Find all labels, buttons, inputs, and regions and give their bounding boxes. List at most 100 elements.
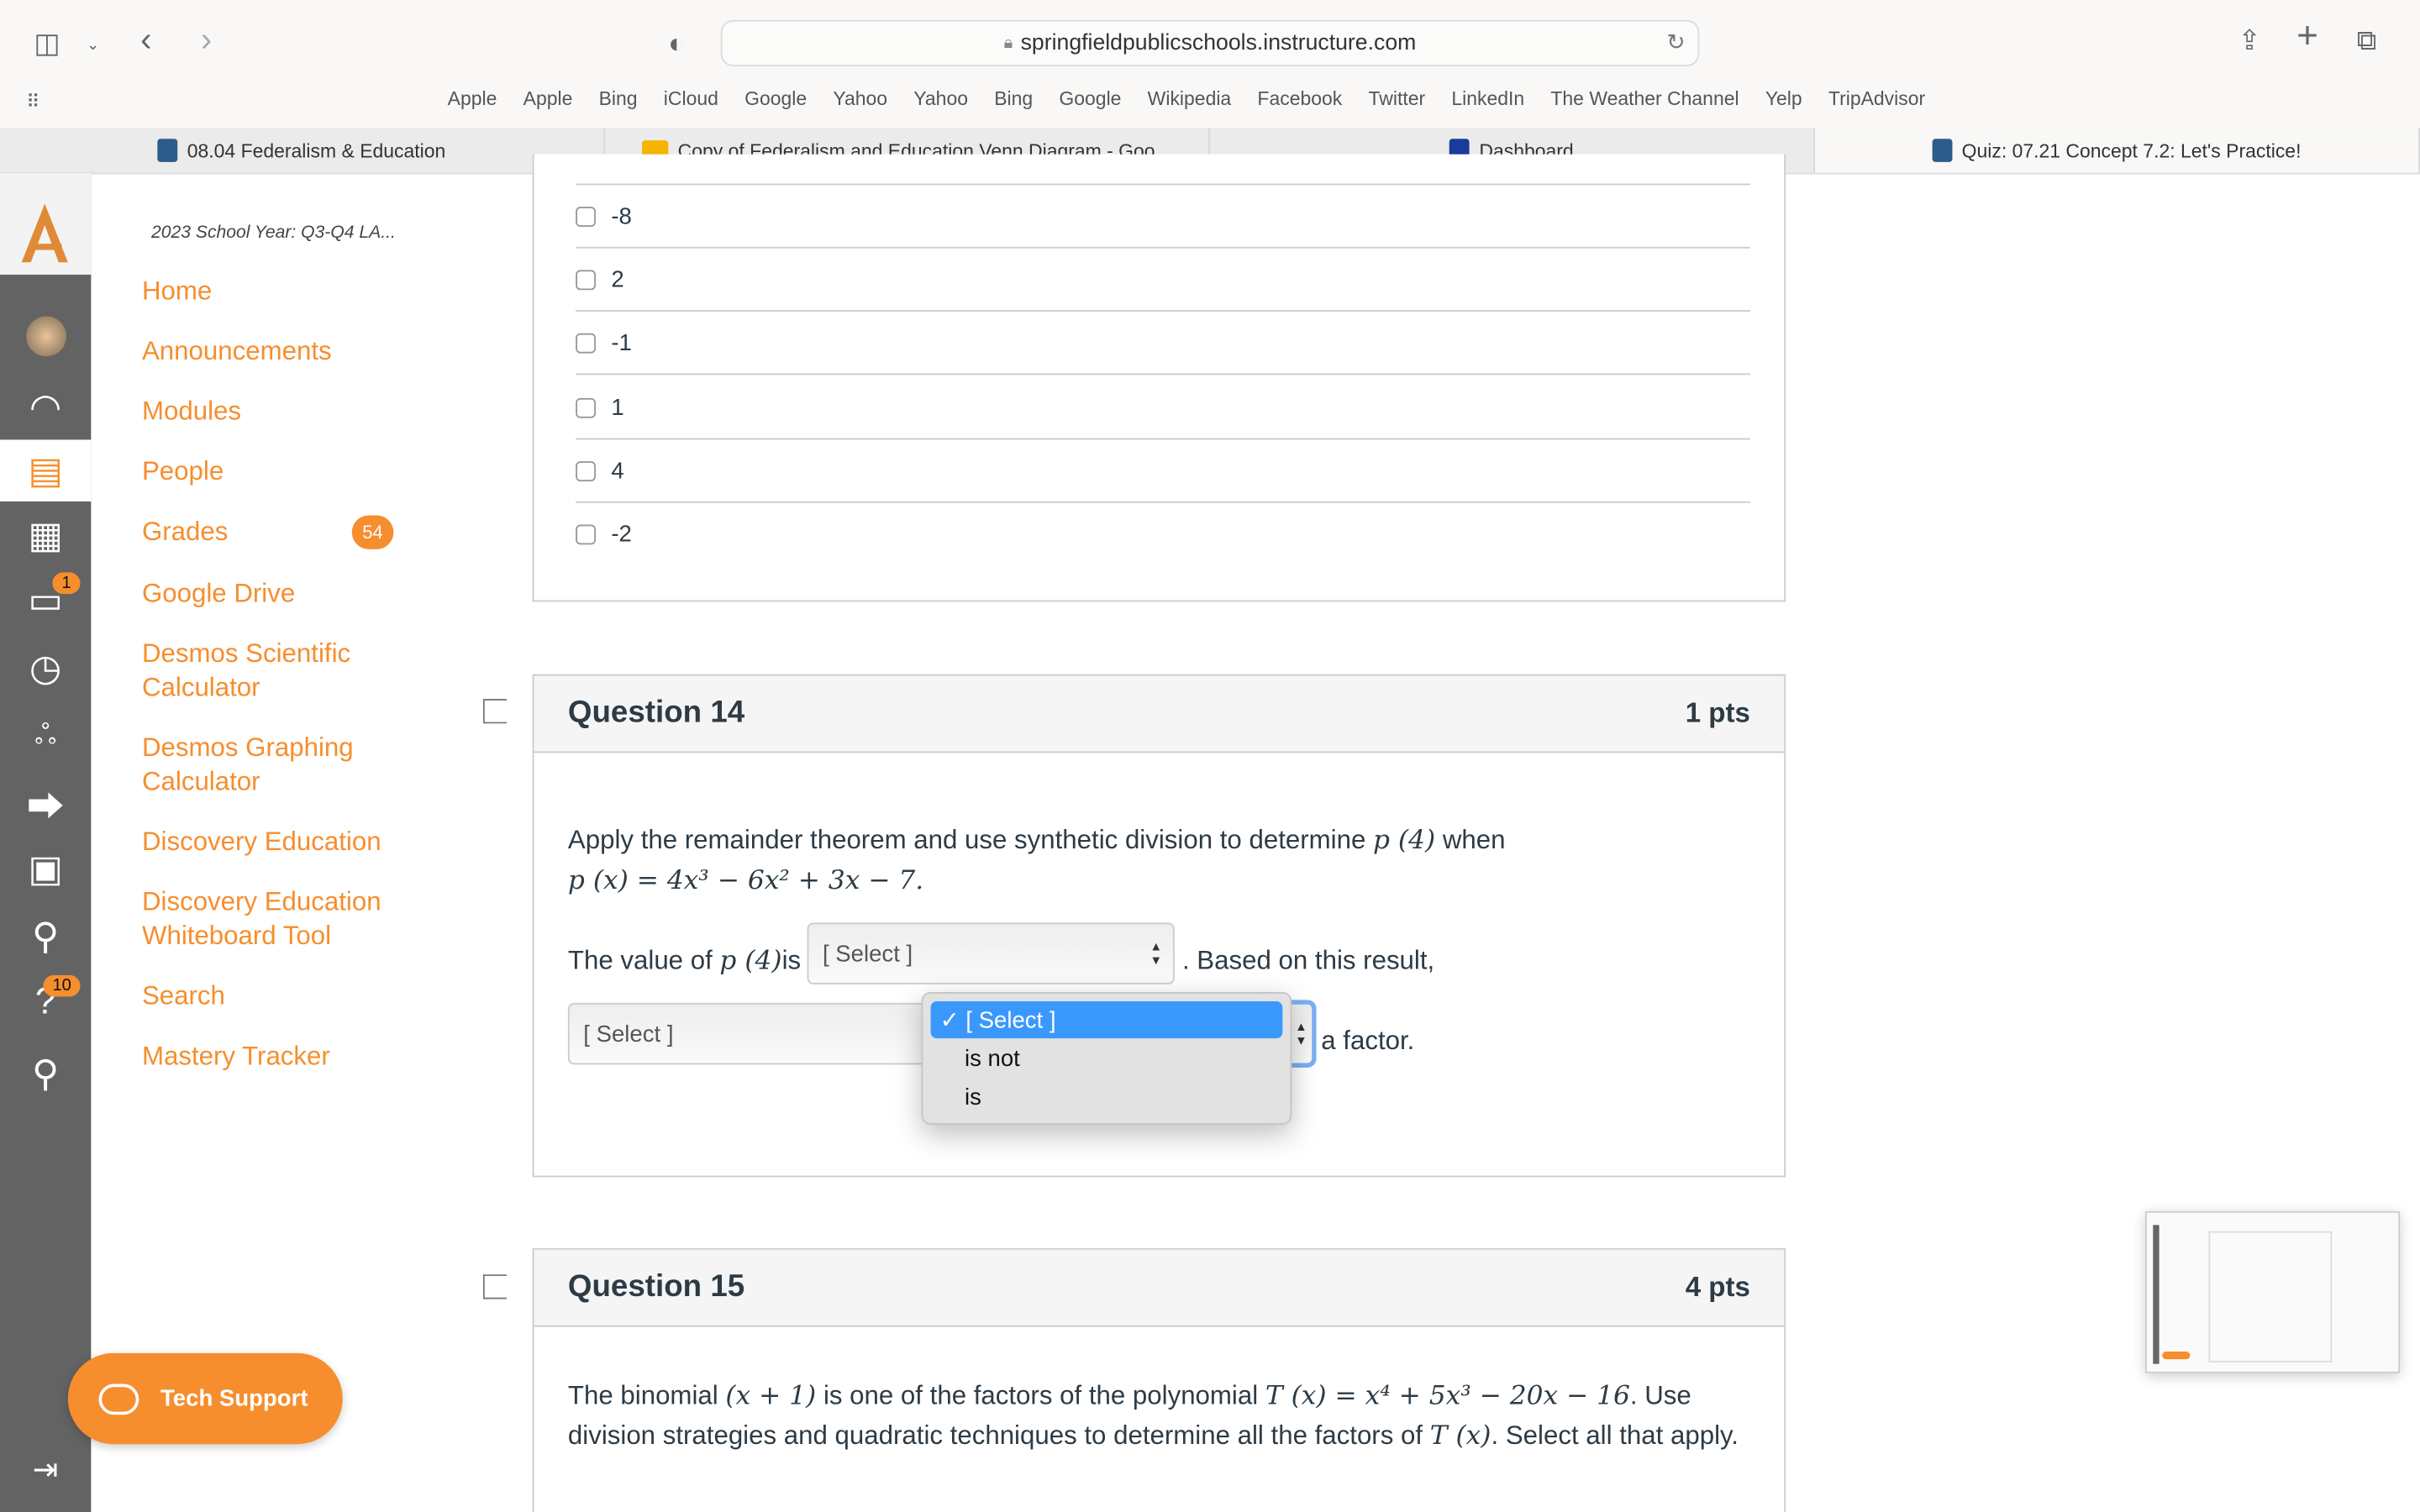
checkmark-icon: ✓ [939,1007,966,1034]
dropdown-option-select[interactable]: ✓ [ Select ] [930,1001,1283,1039]
tech-support-button[interactable]: Tech Support [67,1352,343,1445]
bookmark[interactable]: Bing [599,88,638,110]
thumbnail-content [2208,1231,2333,1362]
checkbox[interactable] [576,396,596,417]
nav-home[interactable]: Home [142,275,212,308]
text: The value of [567,945,720,975]
answer-option[interactable]: 2 [576,249,1750,312]
nav-modules[interactable]: Modules [142,395,241,428]
redirect-arrow-icon[interactable]: ⮕ [0,771,91,832]
history-clock-icon[interactable]: ◷ [0,638,91,699]
chevron-down-icon[interactable]: ⌄ [87,31,99,62]
question-line-2: The value of p (4)is [568,941,801,981]
chat-bubble-icon [98,1383,139,1415]
shield-icon[interactable]: ◐ [668,28,685,59]
bookmark[interactable]: Yahoo [833,88,887,110]
dashboard-icon[interactable]: ◠ [0,376,91,438]
bookmark[interactable]: Apple [523,88,573,110]
nav-search[interactable]: Search [142,979,225,1013]
groups-icon[interactable]: ஃ [0,705,91,766]
bookmark[interactable]: Yelp [1765,88,1802,110]
tab-quiz[interactable]: Quiz: 07.21 Concept 7.2: Let's Practice! [1815,128,2420,173]
answer-option[interactable]: -2 [576,503,1750,566]
answer-option[interactable]: 1 [576,376,1750,440]
text: a factor. [1321,1026,1415,1056]
previous-question: -8 2 -1 1 4 -2 [532,154,1786,602]
calendar-icon[interactable]: ▦ [0,505,91,566]
studio-video-icon[interactable]: ▣ [0,837,91,899]
lock-icon: 🔒︎ [1003,33,1013,52]
text: Apply the remainder theorem and use synt… [567,825,1374,855]
question-15: Question 15 4 pts The binomial (x + 1) i… [532,1247,1786,1512]
help-icon[interactable]: ? 10 [0,972,91,1033]
question-title: Question 14 [567,696,745,730]
search-icon[interactable]: ⚲ [0,906,91,967]
nav-discovery-education[interactable]: Discovery Education [142,826,381,859]
sidebar-toggle-icon[interactable]: ◫ [34,28,60,59]
logo[interactable] [0,172,92,275]
question-header: Question 15 4 pts [534,1249,1785,1327]
bookmark[interactable]: LinkedIn [1451,88,1524,110]
pin-icon[interactable]: ⚲ [0,1043,91,1105]
nav-desmos-scientific[interactable]: Desmos Scientific Calculator [142,638,374,706]
address-bar[interactable]: 🔒︎ springfieldpublicschools.instructure.… [720,19,1700,66]
forward-icon[interactable]: › [201,23,212,56]
back-icon[interactable]: ‹ [140,23,151,56]
course-title: 2023 School Year: Q3-Q4 LA... [151,223,396,243]
bookmark[interactable]: Facebook [1257,88,1342,110]
bookmark[interactable]: Google [1059,88,1121,110]
bookmark[interactable]: Yahoo [913,88,968,110]
checkbox[interactable] [576,460,596,481]
select-value: [ Select ] [583,1021,674,1047]
inbox-icon[interactable]: ▭ 1 [0,570,91,631]
nav-desmos-graphing[interactable]: Desmos Graphing Calculator [142,732,374,800]
dropdown-option-is-not[interactable]: is not [931,1040,1283,1077]
new-tab-icon[interactable]: + [2296,18,2318,55]
question-points: 4 pts [1685,1271,1750,1303]
thumbnail-rail [2153,1225,2160,1364]
bookmark[interactable]: Twitter [1368,88,1425,110]
checkbox[interactable] [576,332,596,353]
url-text: springfieldpublicschools.instructure.com [1020,30,1417,56]
nav-grades[interactable]: Grades [142,515,228,549]
flag-question-icon[interactable] [482,1274,514,1299]
courses-icon[interactable]: ▤ [0,439,92,501]
bookmark[interactable]: Wikipedia [1148,88,1232,110]
browser-toolbar: ◫ ⌄ ‹ › ◐ 🔒︎ springfieldpublicschools.in… [0,0,2420,129]
nav-google-drive[interactable]: Google Drive [142,577,295,611]
text: The binomial [567,1380,726,1410]
reload-icon[interactable]: ↻ [1666,31,1685,55]
share-icon[interactable]: ⇪ [2238,24,2261,55]
logo-a-icon [21,203,68,263]
nav-mastery-tracker[interactable]: Mastery Tracker [142,1040,330,1074]
collapse-nav-icon[interactable]: ⇥ [0,1438,91,1499]
bookmark[interactable]: The Weather Channel [1550,88,1739,110]
dropdown-option-is[interactable]: is [931,1079,1283,1116]
nav-people[interactable]: People [142,455,224,489]
answer-option[interactable]: -1 [576,312,1750,375]
answer-option[interactable]: -8 [576,185,1750,249]
grid-icon[interactable]: ⠿ [26,87,39,118]
bookmark[interactable]: Bing [994,88,1033,110]
nav-discovery-whiteboard[interactable]: Discovery Education Whiteboard Tool [142,885,404,953]
nav-announcements[interactable]: Announcements [142,335,332,369]
text: is [781,945,802,975]
select-arrows-icon: ▲ ▼ [1150,939,1163,968]
flag-question-icon[interactable] [482,699,514,724]
checkbox[interactable] [576,206,596,227]
bookmark[interactable]: Google [744,88,807,110]
p4-value-select[interactable]: [ Select ] ▲ ▼ [807,922,1175,984]
checkbox[interactable] [576,269,596,290]
option-label: 2 [611,265,624,293]
canvas-favicon-icon [1932,139,1953,162]
tab-overview-icon[interactable]: ⧉ [2357,24,2377,55]
text: . Select all that apply. [1491,1420,1739,1451]
avatar[interactable] [0,306,91,367]
tab-federalism[interactable]: 08.04 Federalism & Education [0,128,606,173]
bookmark[interactable]: iCloud [664,88,718,110]
screenshot-thumbnail[interactable] [2145,1210,2401,1373]
answer-option[interactable]: 4 [576,439,1750,503]
checkbox[interactable] [576,524,596,545]
bookmark[interactable]: TripAdvisor [1828,88,1925,110]
bookmark[interactable]: Apple [448,88,497,110]
